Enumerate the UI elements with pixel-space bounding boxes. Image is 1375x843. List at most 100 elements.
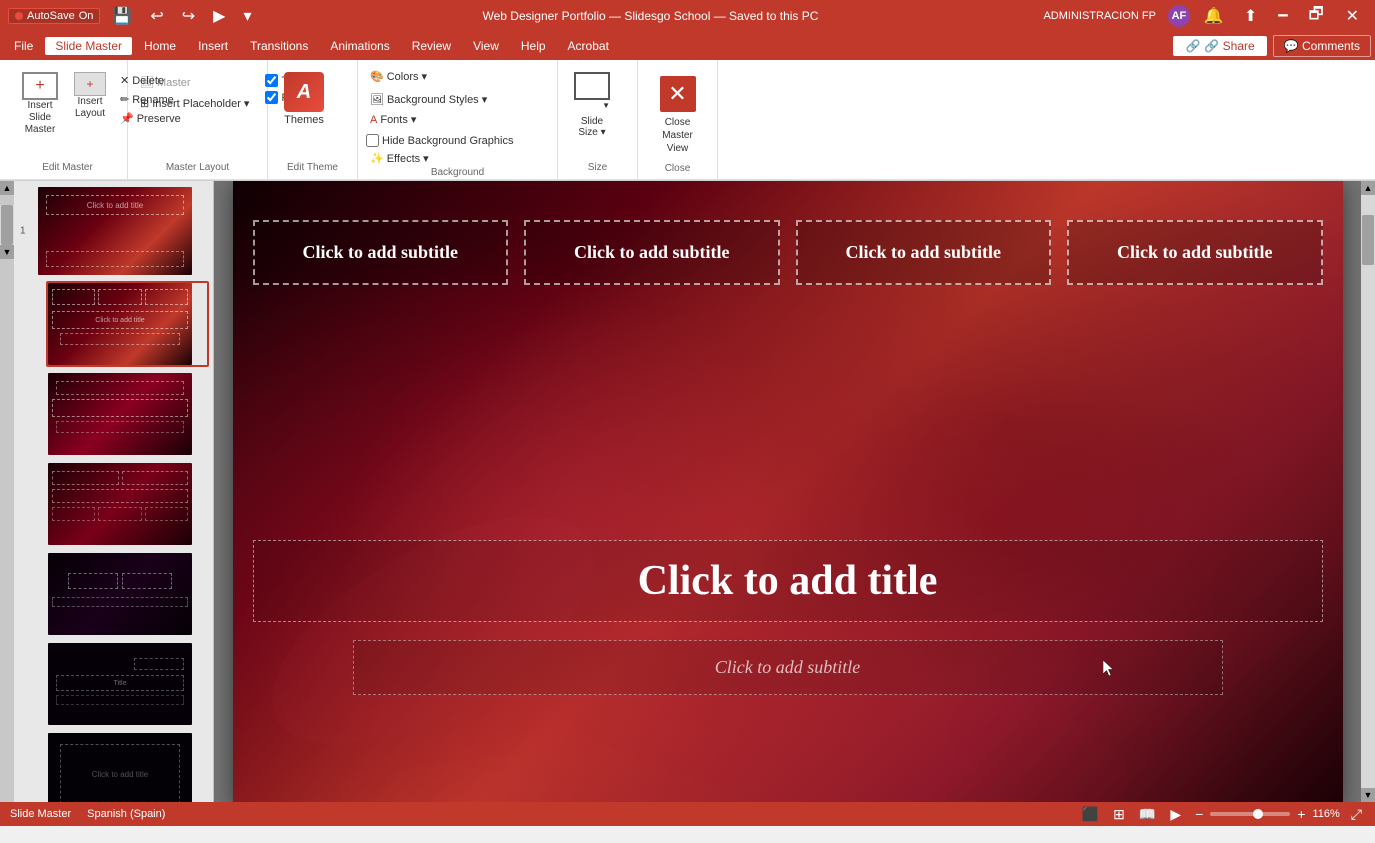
status-bar: Slide Master Spanish (Spain) ⬛ ⊞ 📖 ▶ − +…	[0, 802, 1375, 826]
reading-view-button[interactable]: 📖	[1136, 806, 1159, 823]
background-styles-button[interactable]: 🖼 Background Styles ▾	[366, 91, 491, 108]
slide-inner-5	[48, 553, 192, 635]
subtitle-boxes-container: Click to add subtitle Click to add subti…	[253, 220, 1323, 285]
insert-layout-button[interactable]: + InsertLayout	[68, 68, 112, 124]
ribbon-buttons-close: ✕ CloseMaster View	[646, 64, 709, 163]
title-placeholder-text: Click to add title	[270, 557, 1306, 605]
slide-inner-2: Click to add title	[48, 283, 192, 365]
subtitle-box-1[interactable]: Click to add subtitle	[253, 220, 509, 285]
subtitle-box-3[interactable]: Click to add subtitle	[796, 220, 1052, 285]
insert-layout-label: InsertLayout	[75, 96, 105, 120]
zoom-slider[interactable]	[1210, 812, 1290, 816]
themes-label: Themes	[284, 114, 324, 126]
menu-insert[interactable]: Insert	[188, 37, 238, 55]
normal-view-button[interactable]: ⬛	[1079, 806, 1102, 823]
ribbon: + Insert SlideMaster + InsertLayout ✕ De…	[0, 60, 1375, 181]
insert-slide-master-label: Insert SlideMaster	[22, 100, 58, 136]
slide-thumb-3[interactable]	[46, 371, 209, 457]
menu-slide-master[interactable]: Slide Master	[45, 37, 132, 55]
effects-button[interactable]: ✨ Effects ▾	[366, 150, 433, 167]
undo-button[interactable]: ↩	[144, 4, 169, 28]
slide-inner-7: Click to add title	[48, 733, 192, 802]
master-layout-label: Master Layout	[136, 162, 259, 175]
ribbon-toggle-button[interactable]: ⬆	[1238, 4, 1263, 28]
slide-thumb-4[interactable]	[46, 461, 209, 547]
slide-thumb-1[interactable]: 1 Click to add title	[36, 185, 209, 277]
slide-sorter-button[interactable]: ⊞	[1110, 806, 1128, 823]
scroll-down-arrow[interactable]: ▼	[0, 245, 14, 259]
colors-button[interactable]: 🎨 Colors ▾	[366, 68, 431, 85]
close-master-view-button[interactable]: ✕ CloseMaster View	[646, 68, 709, 163]
slideshow-button[interactable]: ▶	[1167, 806, 1184, 823]
insert-placeholder-label: Insert Placeholder ▾	[152, 97, 249, 110]
slide-size-button[interactable]: Slide Size ▾	[566, 68, 618, 142]
autosave-button[interactable]: AutoSave On	[8, 8, 100, 24]
status-right: ⬛ ⊞ 📖 ▶ − + 116% ⤢	[1079, 806, 1365, 823]
menu-acrobat[interactable]: Acrobat	[558, 37, 619, 55]
right-scroll-up[interactable]: ▲	[1361, 181, 1375, 195]
autosave-dot	[15, 12, 23, 20]
slide-size-icon	[574, 72, 610, 100]
slide-thumb-2[interactable]: Click to add title	[46, 281, 209, 367]
zoom-in-button[interactable]: +	[1294, 806, 1308, 822]
slide-thumb-5[interactable]	[46, 551, 209, 637]
size-label: Size	[566, 162, 629, 175]
scroll-thumb[interactable]	[1, 205, 13, 245]
ribbon-buttons-edit-theme: A Themes	[276, 64, 332, 162]
scroll-up-arrow[interactable]: ▲	[0, 181, 14, 195]
title-placeholder[interactable]: Click to add title	[253, 540, 1323, 622]
background-styles-icon: 🖼	[370, 93, 384, 106]
colors-icon: 🎨	[370, 70, 384, 83]
fonts-button[interactable]: A Fonts ▾	[366, 111, 420, 128]
status-language: Spanish (Spain)	[87, 808, 165, 820]
share-button[interactable]: 🔗 🔗 Share	[1173, 36, 1266, 56]
customize-button[interactable]: ▾	[237, 4, 257, 28]
title-bar-right: ADMINISTRACION FP AF 🔔 ⬆ 🗕 🗗 ✕	[1043, 1, 1367, 32]
menu-view[interactable]: View	[463, 37, 509, 55]
ribbon-group-background: 🎨 Colors ▾ 🖼 Background Styles ▾ A Fonts…	[358, 60, 558, 179]
zoom-control: − + 116%	[1192, 806, 1340, 822]
close-master-view-label: CloseMaster View	[656, 116, 699, 155]
insert-slide-master-button[interactable]: + Insert SlideMaster	[16, 68, 64, 140]
menu-review[interactable]: Review	[402, 37, 461, 55]
ribbon-buttons-size: Slide Size ▾	[566, 64, 618, 162]
redo-button[interactable]: ↪	[176, 4, 201, 28]
main-area: ▲ ▼ 1 Click to add title	[0, 181, 1375, 802]
insert-placeholder-button[interactable]: ⊞ Insert Placeholder ▾	[136, 95, 253, 112]
master-disabled-button[interactable]: 🖼 Master	[136, 74, 253, 91]
themes-button[interactable]: A Themes	[276, 68, 332, 130]
maximize-button[interactable]: 🗗	[1303, 1, 1330, 32]
menu-home[interactable]: Home	[134, 37, 186, 55]
menu-help[interactable]: Help	[511, 37, 556, 55]
minimize-button[interactable]: 🗕	[1271, 1, 1294, 32]
notification-button[interactable]: 🔔	[1198, 4, 1230, 28]
zoom-out-button[interactable]: −	[1192, 806, 1206, 822]
edit-master-label: Edit Master	[16, 162, 119, 175]
right-scrollbar: ▲ ▼	[1361, 181, 1375, 802]
menu-animations[interactable]: Animations	[320, 37, 399, 55]
edit-theme-label: Edit Theme	[276, 162, 349, 175]
window-close-button[interactable]: ✕	[1338, 4, 1367, 28]
menu-file[interactable]: File	[4, 37, 43, 55]
right-scroll-down[interactable]: ▼	[1361, 788, 1375, 802]
subtitle-box-4[interactable]: Click to add subtitle	[1067, 220, 1323, 285]
effects-label: Effects ▾	[387, 152, 429, 165]
autosave-label: AutoSave	[27, 10, 75, 22]
present-button[interactable]: ▶	[207, 4, 231, 28]
slide-panel: 1 Click to add title Click to add title	[14, 181, 214, 802]
hide-bg-row[interactable]: Hide Background Graphics	[366, 134, 513, 147]
slide-thumb-6[interactable]: Title	[46, 641, 209, 727]
save-button[interactable]: 💾	[106, 4, 138, 28]
comments-button[interactable]: 💬 Comments	[1273, 35, 1371, 57]
menu-transitions[interactable]: Transitions	[240, 37, 318, 55]
user-avatar: AF	[1168, 5, 1190, 27]
subtitle-box-2[interactable]: Click to add subtitle	[524, 220, 780, 285]
right-scroll-thumb[interactable]	[1362, 215, 1374, 265]
ribbon-group-master-layout: 🖼 Master ⊞ Insert Placeholder ▾ Title	[128, 60, 268, 179]
fit-window-button[interactable]: ⤢	[1348, 806, 1365, 823]
hide-bg-checkbox[interactable]	[366, 134, 379, 147]
slide-thumb-7[interactable]: Click to add title	[46, 731, 209, 802]
subtitle-main-placeholder[interactable]: Click to add subtitle	[353, 640, 1223, 695]
status-left: Slide Master Spanish (Spain)	[10, 808, 165, 820]
slide-inner-3	[48, 373, 192, 455]
